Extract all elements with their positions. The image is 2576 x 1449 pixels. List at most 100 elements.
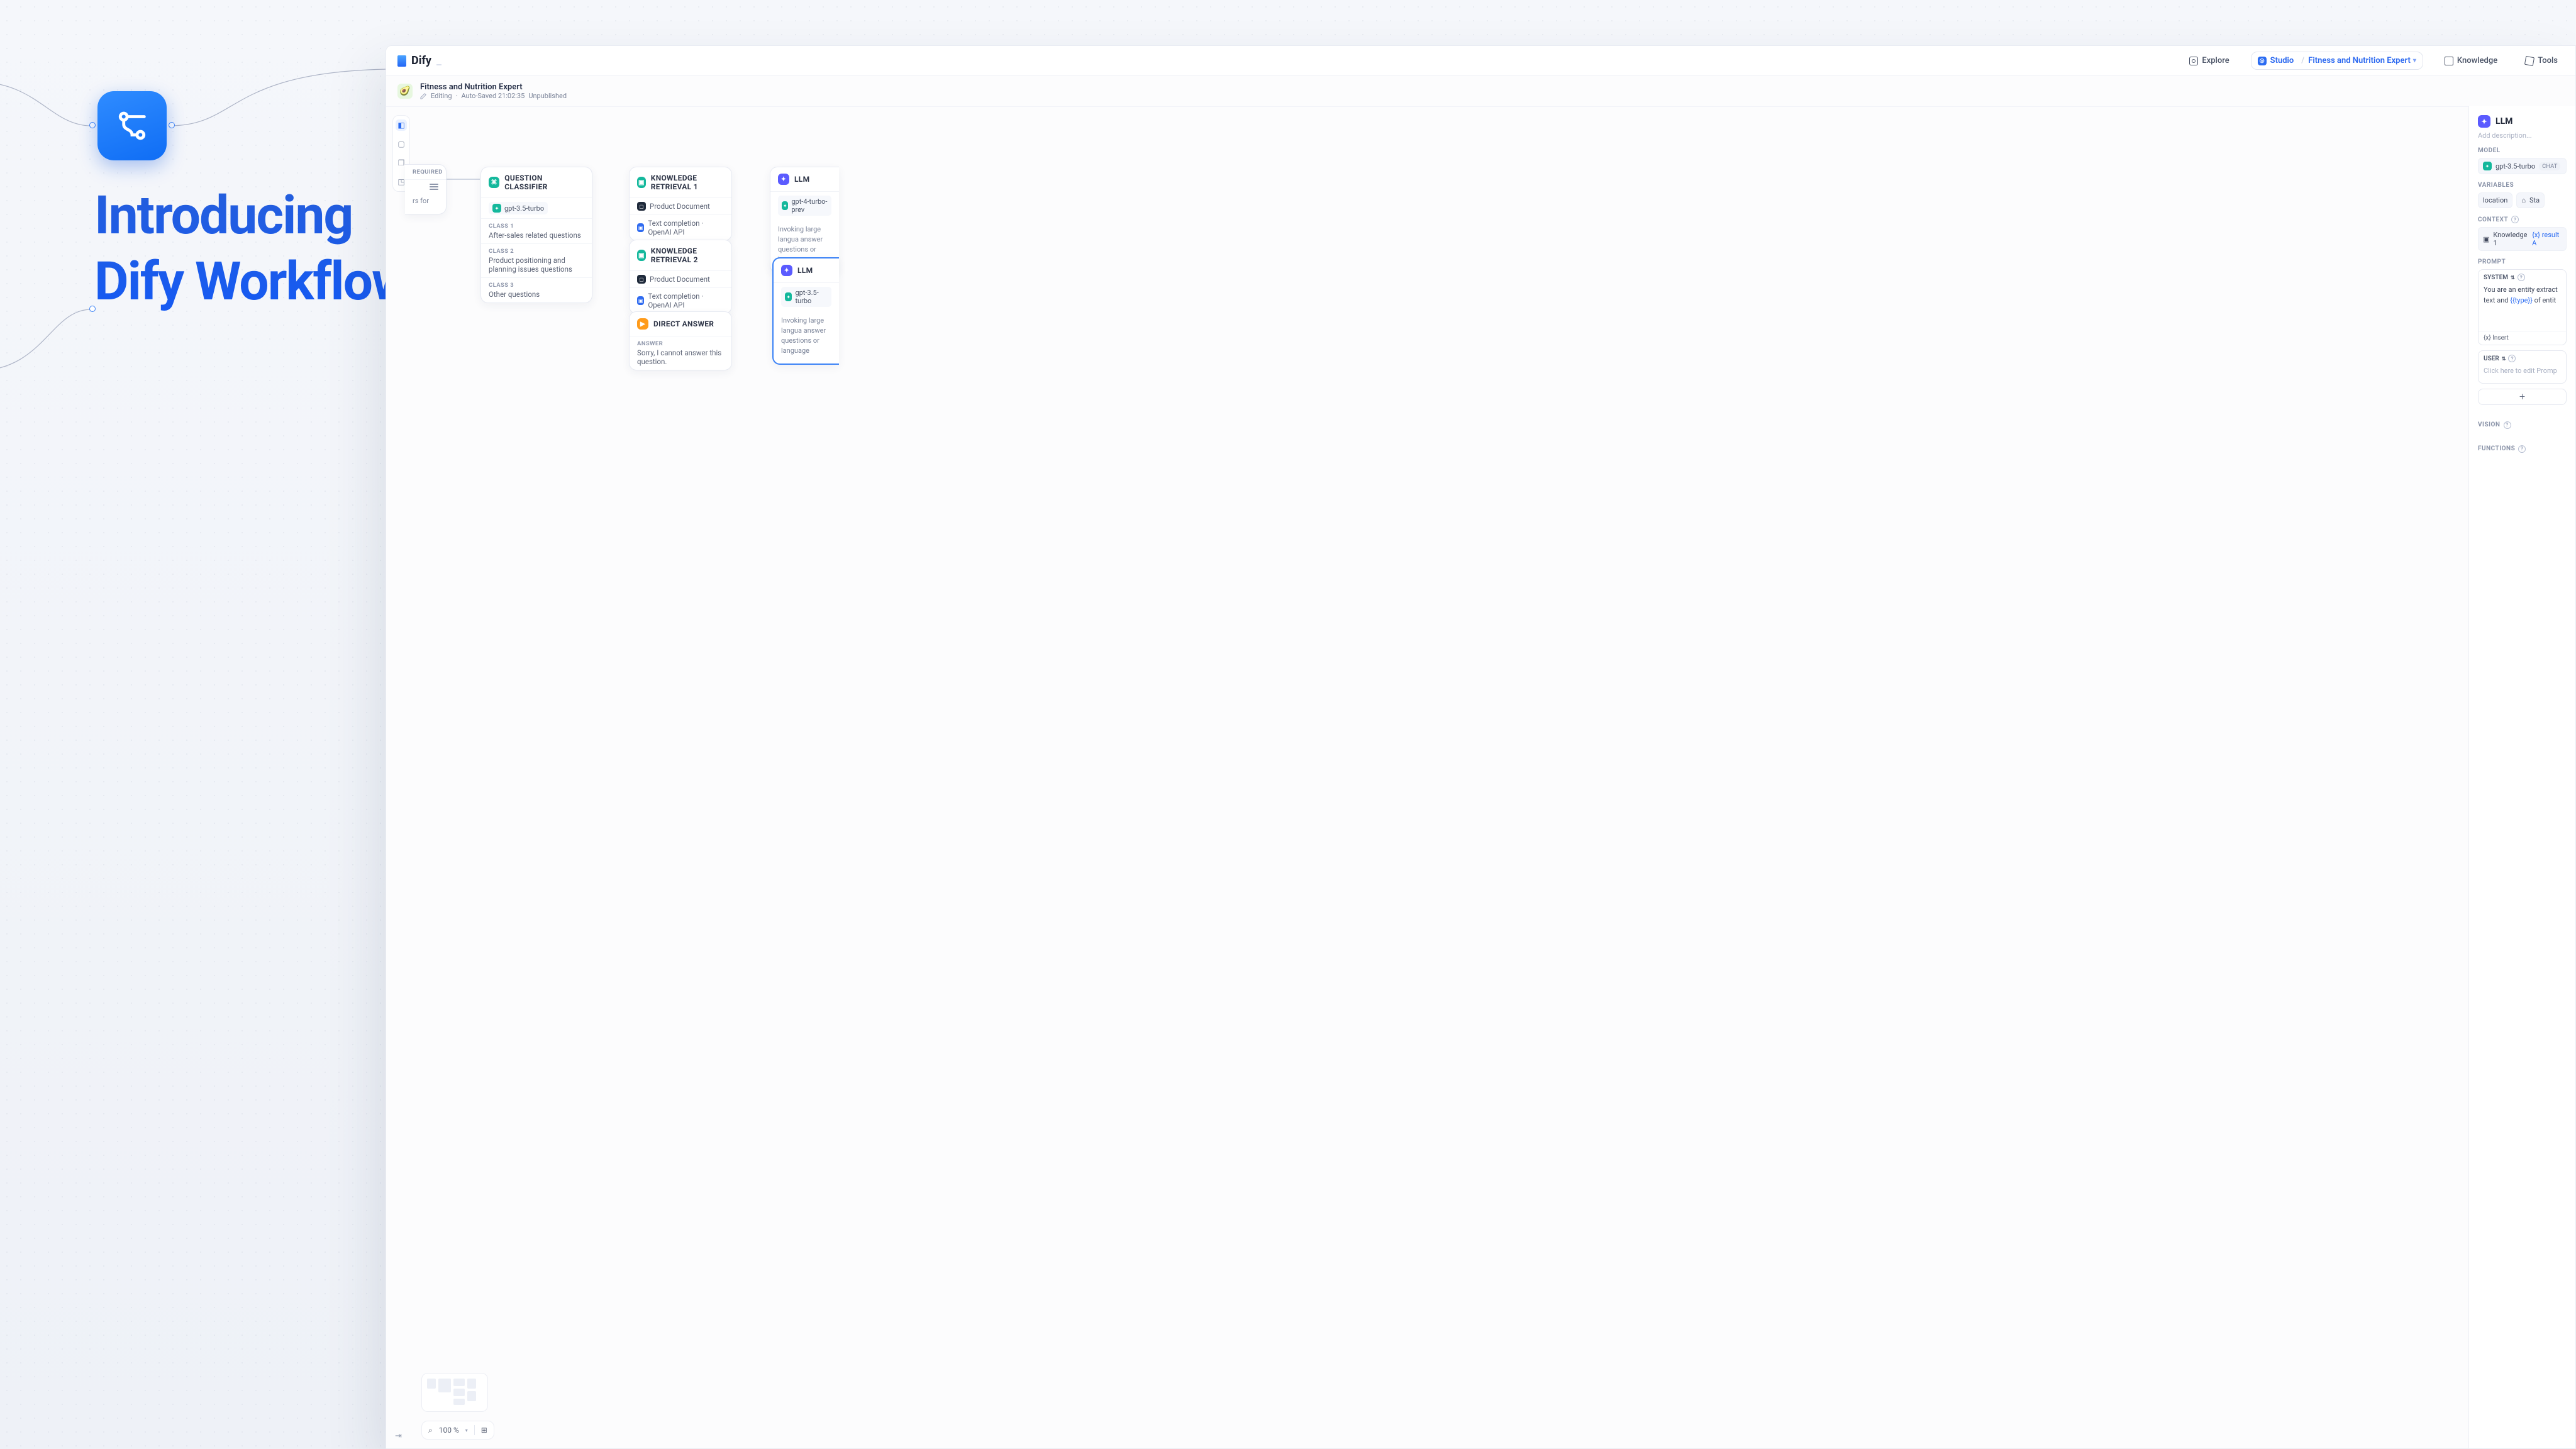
kr1-completion: Text completion · OpenAI API (648, 219, 724, 236)
chevron-down-icon[interactable]: ▾ (465, 1428, 468, 1433)
doc-icon-2: ▢ (637, 275, 646, 284)
nav-studio-project[interactable]: ◎ Studio / Fitness and Nutrition Expert … (2251, 52, 2423, 70)
nav-knowledge[interactable]: Knowledge (2438, 52, 2504, 69)
search-icon: ⌕ (428, 1426, 433, 1435)
book-open-icon-2: ▣ (637, 250, 646, 261)
node-direct-answer[interactable]: ▶ DIRECT ANSWER ANSWER Sorry, I cannot a… (629, 311, 732, 370)
sys-text-c: of entit (2533, 296, 2556, 304)
context-select[interactable]: ▣ Knowledge 1 {x} result A (2478, 227, 2567, 251)
classifier-model: gpt-3.5-turbo (504, 204, 544, 213)
openai-icon-4: ✦ (2483, 162, 2492, 170)
section-variables: VARIABLES (2478, 182, 2567, 189)
app-window: Dify _ Explore ◎ Studio / Fitness and Nut… (386, 45, 2576, 1449)
nav-studio-label: Studio (2270, 56, 2294, 65)
inspector-title-text: LLM (2496, 116, 2512, 126)
input-fragment-text: rs for (413, 197, 429, 205)
inspector-panel: ✦ LLM Add description... MODEL ✦ gpt-3.5… (2468, 106, 2575, 1448)
top-nav: Dify _ Explore ◎ Studio / Fitness and Nut… (386, 46, 2575, 76)
direct-title: DIRECT ANSWER (653, 319, 714, 328)
section-prompt: PROMPT (2478, 258, 2567, 265)
variable-sta[interactable]: ⌂Sta (2516, 192, 2545, 208)
nav-explore[interactable]: Explore (2183, 52, 2235, 69)
canvas-zoom-controls[interactable]: ⌕ 100 % ▾ ⊞ (421, 1421, 494, 1440)
drag-handle-icon-2 (430, 184, 438, 190)
section-vision: VISION? (2478, 421, 2567, 429)
llm-icon-2: ✦ (781, 265, 792, 276)
nav-knowledge-label: Knowledge (2457, 56, 2497, 65)
collapse-rail-button[interactable]: ⇥ (395, 1431, 402, 1441)
classifier-title: QUESTION CLASSIFIER (504, 174, 584, 191)
var-location-label: location (2483, 196, 2507, 204)
brand[interactable]: Dify _ (397, 54, 441, 67)
description-input[interactable]: Add description... (2478, 131, 2567, 140)
help-icon-3[interactable]: ? (2508, 355, 2516, 362)
sys-text-b: text and (2484, 296, 2510, 304)
project-titlebar: 🥑 Fitness and Nutrition Expert Editing ·… (386, 76, 2575, 107)
node-llm-35turbo-selected[interactable]: ✦ LLM ✦gpt-3.5-turbo Invoking large lang… (772, 257, 839, 365)
node-knowledge-retrieval-1[interactable]: ▣ KNOWLEDGE RETRIEVAL 1 ▢Product Documen… (629, 167, 732, 241)
var-sta-label: Sta (2529, 196, 2540, 204)
prompt-user-label: USER (2484, 355, 2499, 362)
class2-label: CLASS 2 (489, 248, 514, 255)
prompt-user[interactable]: USER⇅? Click here to edit Promp (2478, 350, 2567, 384)
llm4-model: gpt-4-turbo-prev (791, 197, 828, 214)
llm-icon-3: ✦ (2478, 115, 2490, 128)
autosave-label: Auto-Saved 21:02:35 (461, 92, 525, 100)
class1-label: CLASS 1 (489, 223, 514, 230)
chevron-down-icon: ▾ (2413, 57, 2416, 64)
brand-text: Dify (411, 54, 431, 67)
avatar-emoji: 🥑 (399, 86, 410, 96)
layout-icon[interactable]: ⊞ (481, 1426, 487, 1435)
node-knowledge-retrieval-2[interactable]: ▣ KNOWLEDGE RETRIEVAL 2 ▢Product Documen… (629, 240, 732, 314)
book-icon-2: ▣ (2483, 235, 2489, 243)
prompt-system-body[interactable]: You are an entity extract text and {{typ… (2479, 282, 2566, 331)
llm-icon: ✦ (778, 174, 789, 185)
llm35-model: gpt-3.5-turbo (795, 289, 828, 305)
prompt-system[interactable]: SYSTEM⇅? You are an entity extract text … (2478, 269, 2567, 345)
help-icon-2[interactable]: ? (2518, 274, 2525, 281)
openai-icon-2: ✦ (782, 201, 788, 210)
hero-port-logo-right (169, 122, 175, 128)
add-prompt-button[interactable]: + (2478, 389, 2567, 405)
project-title: Fitness and Nutrition Expert (420, 82, 567, 92)
project-avatar[interactable]: 🥑 (397, 84, 413, 99)
model-select[interactable]: ✦ gpt-3.5-turbo CHAT (2478, 158, 2567, 174)
prompt-system-label: SYSTEM (2484, 274, 2508, 281)
section-functions-label: FUNCTIONS (2478, 445, 2515, 452)
toolbox-icon (2524, 55, 2534, 65)
sys-type-token: {{type}} (2510, 296, 2533, 304)
nav-explore-label: Explore (2202, 56, 2229, 65)
workflow-logo (97, 91, 167, 160)
brand-cursor: _ (436, 54, 441, 67)
hero-headline: Introducing Dify Workflow (94, 182, 409, 314)
section-context-label: CONTEXT (2478, 216, 2508, 223)
tool-comment[interactable]: ▢ (396, 138, 407, 150)
canvas-minimap[interactable] (421, 1373, 488, 1412)
tool-pointer[interactable]: ◧ (396, 119, 407, 131)
openai-icon: ✦ (492, 204, 501, 213)
node-input-fragment[interactable]: REQUIRED rs for (405, 164, 447, 214)
help-icon[interactable]: ? (2511, 216, 2519, 223)
class3-text: Other questions (489, 290, 540, 299)
folder-icon: ▣ (637, 223, 644, 232)
nav-tools[interactable]: Tools (2519, 52, 2564, 69)
section-context: CONTEXT? (2478, 216, 2567, 223)
book-icon (2445, 57, 2453, 65)
openai-icon-3: ✦ (785, 292, 792, 301)
input-required-label: REQUIRED (413, 169, 443, 175)
model-chat-badge: CHAT (2539, 162, 2560, 170)
workflow-canvas[interactable]: ◧ ▢ ❐ ◳ REQUIRED rs for (386, 106, 2575, 1448)
kr2-completion: Text completion · OpenAI API (648, 292, 724, 309)
node-question-classifier[interactable]: ⌘ QUESTION CLASSIFIER ✦gpt-3.5-turbo CLA… (480, 167, 592, 303)
variable-location[interactable]: location (2478, 192, 2512, 208)
hero-port-logo-left (89, 122, 96, 128)
help-icon-5[interactable]: ? (2518, 445, 2526, 453)
insert-variable-button[interactable]: {x} Insert (2479, 331, 2566, 345)
brand-mark-icon (397, 55, 406, 67)
classifier-icon: ⌘ (489, 177, 499, 188)
context-result-token: {x} result A (2532, 231, 2562, 247)
prompt-user-placeholder[interactable]: Click here to edit Promp (2479, 364, 2566, 383)
publish-status: Unpublished (528, 92, 567, 100)
headline-line-1: Introducing (94, 182, 409, 248)
help-icon-4[interactable]: ? (2504, 421, 2511, 429)
